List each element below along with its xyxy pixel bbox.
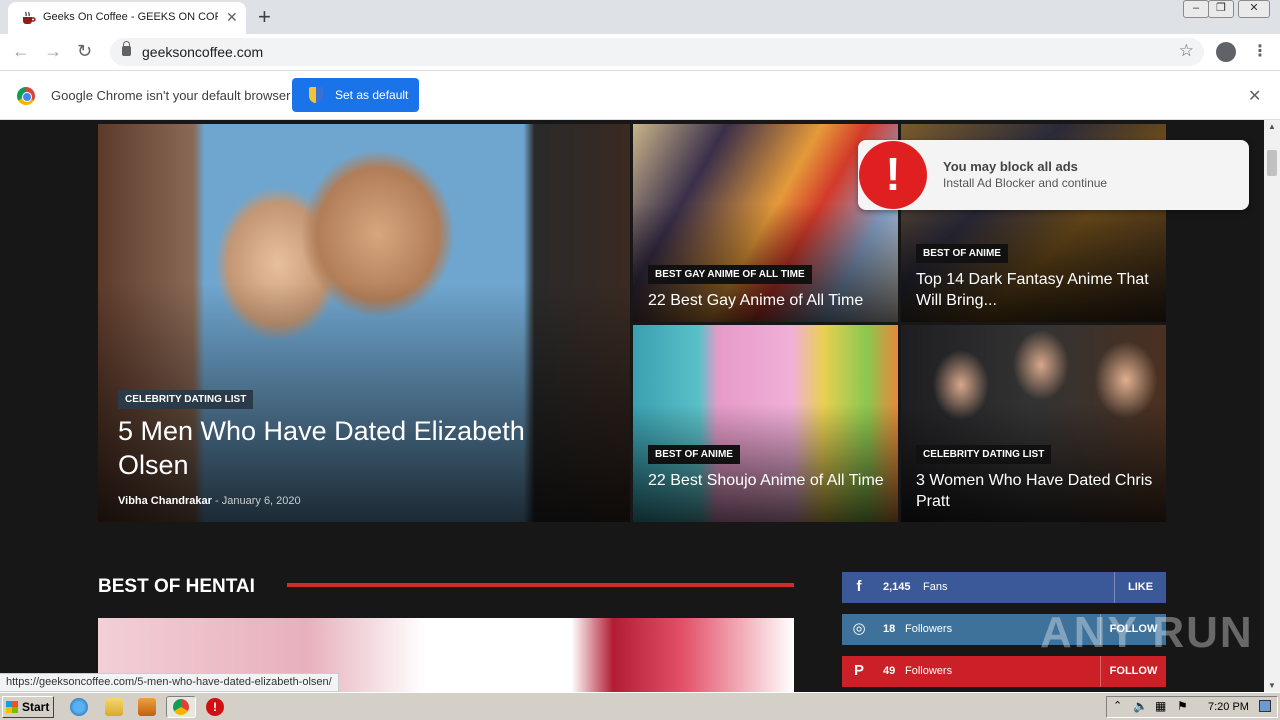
facebook-like-button[interactable]: LIKE <box>1114 572 1166 603</box>
ad-blocker-popup[interactable]: ! You may block all ads Install Ad Block… <box>858 140 1249 210</box>
default-browser-infobar: Google Chrome isn't your default browser… <box>0 71 1280 120</box>
pinterest-icon: P <box>853 662 864 679</box>
pinterest-follow-button[interactable]: FOLLOW <box>1100 656 1166 687</box>
grid-card-title[interactable]: 3 Women Who Have Dated Chris Pratt <box>916 470 1161 512</box>
windows-taskbar: Start ! ⌃ 🔈 ▦ ⚑ 7:20 PM <box>0 692 1280 720</box>
new-tab-plus-icon[interactable]: + <box>258 4 271 30</box>
maximize-icon[interactable]: ❐ <box>1208 0 1234 18</box>
chrome-taskbar-button[interactable] <box>166 696 196 718</box>
page-scrollbar[interactable]: ▲ ▼ <box>1264 120 1280 692</box>
scroll-thumb[interactable] <box>1267 150 1277 176</box>
author-name[interactable]: Vibha Chandrakar <box>118 495 212 507</box>
forward-arrow-icon[interactable]: → <box>44 41 62 62</box>
grid-card-chris-pratt[interactable]: CELEBRITY DATING LIST 3 Women Who Have D… <box>901 325 1166 522</box>
alert-app-icon[interactable]: ! <box>206 698 224 716</box>
status-bar-url: https://geeksoncoffee.com/5-men-who-have… <box>0 673 339 692</box>
section-divider <box>287 583 794 587</box>
ad-popup-title: You may block all ads <box>943 159 1078 174</box>
instagram-count: 18 <box>883 623 896 635</box>
instagram-icon: ◎ <box>852 620 866 637</box>
taskbar-clock: 7:20 PM <box>1208 701 1249 713</box>
url-text[interactable]: geeksoncoffee.com <box>142 44 263 60</box>
system-tray: ⌃ 🔈 ▦ ⚑ <box>1106 696 1278 718</box>
coffee-cup-icon <box>23 11 36 24</box>
minimize-icon[interactable]: – <box>1183 0 1209 18</box>
grid-card-badge[interactable]: BEST GAY ANIME OF ALL TIME <box>648 265 812 284</box>
post-date: January 6, 2020 <box>221 495 301 507</box>
set-as-default-label: Set as default <box>335 88 409 102</box>
section-heading: BEST OF HENTAI <box>98 576 255 597</box>
bookmark-star-icon[interactable]: ☆ <box>1179 41 1194 61</box>
set-as-default-button[interactable]: Set as default <box>292 78 419 112</box>
facebook-unit: Fans <box>923 581 948 593</box>
facebook-icon: f <box>856 578 862 595</box>
grid-card-title[interactable]: 22 Best Shoujo Anime of All Time <box>648 470 888 491</box>
infobar-message: Google Chrome isn't your default browser <box>51 88 291 103</box>
tab-close-icon[interactable]: ✕ <box>226 9 238 26</box>
tray-expand-icon[interactable]: ⌃ <box>1113 699 1122 712</box>
network-icon[interactable]: ▦ <box>1155 699 1166 713</box>
profile-avatar-icon[interactable] <box>1216 42 1236 62</box>
tab-strip: Geeks On Coffee - GEEKS ON COFFEE ✕ + – … <box>0 0 1280 34</box>
flag-icon[interactable]: ⚑ <box>1177 699 1188 713</box>
grid-card-title[interactable]: Top 14 Dark Fantasy Anime That Will Brin… <box>916 269 1161 311</box>
featured-main-title[interactable]: 5 Men Who Have Dated Elizabeth Olsen <box>118 414 558 482</box>
grid-card-badge[interactable]: CELEBRITY DATING LIST <box>916 445 1052 464</box>
facebook-count: 2,145 <box>883 581 911 593</box>
scroll-down-arrow-icon[interactable]: ▼ <box>1268 681 1276 690</box>
featured-main-badge[interactable]: CELEBRITY DATING LIST <box>118 390 254 409</box>
browser-toolbar: ← → ↻ geeksoncoffee.com ☆ ⋮ <box>0 34 1280 71</box>
ad-popup-subtitle: Install Ad Blocker and continue <box>943 176 1108 190</box>
pinterest-unit: Followers <box>905 665 953 677</box>
grid-card-badge[interactable]: BEST OF ANIME <box>648 445 740 464</box>
uac-shield-icon <box>309 87 323 103</box>
grid-card-title[interactable]: 22 Best Gay Anime of All Time <box>648 290 888 311</box>
grid-card-badge[interactable]: BEST OF ANIME <box>916 244 1008 263</box>
warning-exclamation-icon: ! <box>859 141 927 209</box>
meta-separator: - <box>215 495 219 507</box>
media-player-icon[interactable] <box>138 698 156 716</box>
back-arrow-icon[interactable]: ← <box>12 41 30 62</box>
folder-icon[interactable] <box>105 698 123 716</box>
reload-icon[interactable]: ↻ <box>77 41 92 62</box>
address-bar[interactable]: geeksoncoffee.com ☆ <box>110 38 1204 66</box>
internet-explorer-icon[interactable] <box>70 698 88 716</box>
active-tab[interactable]: Geeks On Coffee - GEEKS ON COFFEE ✕ <box>8 2 246 34</box>
chrome-icon <box>173 699 189 715</box>
lock-icon <box>122 41 131 56</box>
infobar-close-icon[interactable]: ✕ <box>1248 86 1261 106</box>
grid-card-shoujo-anime[interactable]: BEST OF ANIME 22 Best Shoujo Anime of Al… <box>633 325 898 522</box>
show-desktop-icon[interactable] <box>1259 700 1271 712</box>
pinterest-social-row[interactable]: P 49 Followers FOLLOW <box>842 656 1166 687</box>
scroll-up-arrow-icon[interactable]: ▲ <box>1268 122 1276 131</box>
anyrun-watermark: ANY RUN <box>1040 608 1254 657</box>
volume-icon[interactable]: 🔈 <box>1133 699 1148 713</box>
chrome-logo-icon <box>17 87 35 105</box>
pinterest-count: 49 <box>883 665 896 677</box>
window-close-icon[interactable]: ✕ <box>1238 0 1270 18</box>
start-button[interactable]: Start <box>2 696 54 718</box>
instagram-unit: Followers <box>905 623 953 635</box>
tab-title: Geeks On Coffee - GEEKS ON COFFEE <box>43 11 218 23</box>
featured-main-card[interactable]: CELEBRITY DATING LIST 5 Men Who Have Dat… <box>98 124 630 522</box>
menu-kebab-icon[interactable]: ⋮ <box>1252 41 1268 61</box>
facebook-social-row[interactable]: f 2,145 Fans LIKE <box>842 572 1166 603</box>
featured-main-meta: Vibha Chandrakar - January 6, 2020 <box>118 495 301 507</box>
